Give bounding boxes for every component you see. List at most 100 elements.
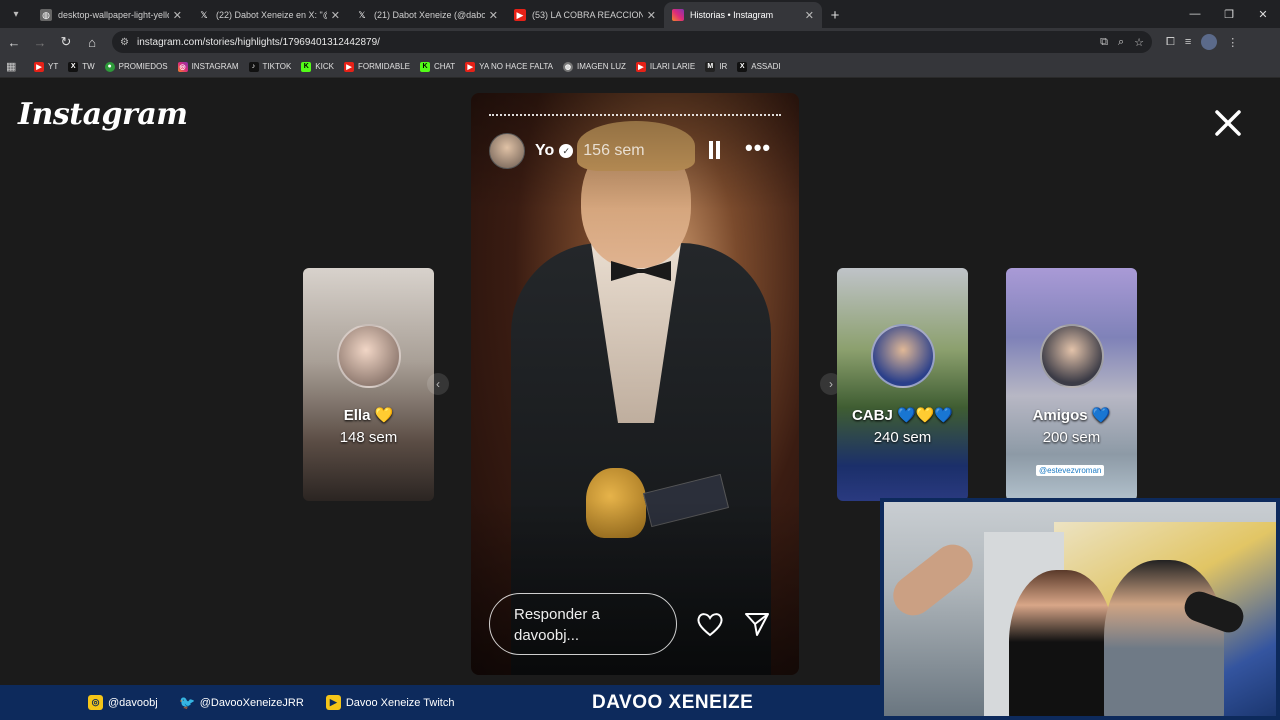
highlight-avatar <box>1040 324 1104 388</box>
story-progress-bar <box>489 114 781 116</box>
tab-0[interactable]: ◍ desktop-wallpaper-light-yellow ✕ <box>32 2 190 28</box>
bookmarks-bar: ▦ ▶ YT X TW ● PROMIEDOS ◎ INSTAGRAM ♪ TIKTOK … <box>0 56 1280 78</box>
x-logo-icon: X <box>68 61 79 72</box>
tab-3[interactable]: ▶ (53) LA COBRA REACCIONA Y C ✕ <box>506 2 664 28</box>
address-bar[interactable]: ⚙ instagram.com/stories/highlights/17969… <box>112 31 1152 53</box>
social-instagram: ◎ @davoobj <box>88 695 158 710</box>
url-text: instagram.com/stories/highlights/1796940… <box>136 36 380 48</box>
apps-grid-icon[interactable]: ▦ <box>6 60 20 73</box>
browser-toolbar: ← → ↻ ⌂ ⚙ instagram.com/stories/highligh… <box>0 28 1280 56</box>
tab-close-icon[interactable]: ✕ <box>173 9 182 22</box>
bookmark-star-icon[interactable]: ☆ <box>1134 36 1144 49</box>
highlight-amigos[interactable]: Amigos 💙 200 sem @estevezvroman <box>1006 268 1137 501</box>
home-icon[interactable]: ⌂ <box>80 30 104 54</box>
restore-icon[interactable]: ❐ <box>1212 0 1246 28</box>
youtube-icon: ▶ <box>465 61 476 72</box>
youtube-icon: ▶ <box>514 9 526 21</box>
story-user-avatar[interactable] <box>489 133 525 169</box>
bookmark-label: FORMIDABLE <box>357 62 410 71</box>
webcam-overlay <box>880 498 1280 720</box>
twitter-bird-icon: 🐦 <box>179 694 196 710</box>
instagram-icon: ◎ <box>177 61 188 72</box>
bookmark-label: TW <box>82 62 95 71</box>
tab-close-icon[interactable]: ✕ <box>489 9 498 22</box>
highlight-cabj[interactable]: CABJ 💙💛💙 240 sem <box>837 268 968 501</box>
tab-1[interactable]: 𝕏 (22) Dabot Xeneize en X: "@Da ✕ <box>190 2 348 28</box>
tab-4-active[interactable]: Historias • Instagram ✕ <box>664 2 822 28</box>
story-username[interactable]: Yo <box>535 142 554 160</box>
extensions-icon[interactable]: ⧠ <box>1166 36 1175 49</box>
highlight-name: CABJ 💙💛💙 <box>851 407 954 424</box>
social-label: @davoobj <box>108 696 158 709</box>
bookmark-tiktok[interactable]: ♪ TIKTOK <box>248 61 291 72</box>
bookmark-instagram[interactable]: ◎ INSTAGRAM <box>177 61 239 72</box>
profile-avatar[interactable] <box>1201 34 1218 50</box>
close-stories-icon[interactable] <box>1210 105 1246 141</box>
bookmark-label: KICK <box>315 62 334 71</box>
window-controls: — ❐ ✕ <box>1178 0 1280 28</box>
bookmark-label: ILARI LARIE <box>649 62 696 71</box>
bookmark-promiedos[interactable]: ● PROMIEDOS <box>104 61 168 72</box>
bookmark-label: IR <box>719 62 728 71</box>
promiedos-icon: ● <box>104 61 115 72</box>
bookmark-kick[interactable]: K KICK <box>301 61 334 72</box>
bookmark-yt[interactable]: ▶ YT <box>34 61 58 72</box>
pause-icon[interactable] <box>707 141 723 161</box>
more-options-icon[interactable]: ••• <box>745 135 771 161</box>
tab-2[interactable]: 𝕏 (21) Dabot Xeneize (@dabotxe ✕ <box>348 2 506 28</box>
back-arrow-icon[interactable]: ← <box>2 30 26 54</box>
bookmark-ilari-larie[interactable]: ▶ ILARI LARIE <box>635 61 696 72</box>
heart-icon[interactable] <box>696 611 724 637</box>
cam-person-left <box>1009 570 1114 716</box>
youtube-icon: ▶ <box>343 61 354 72</box>
highlight-avatar <box>871 324 935 388</box>
bookmark-label: IMAGEN LUZ <box>576 62 626 71</box>
bookmark-chat[interactable]: K CHAT <box>419 61 456 72</box>
zoom-icon[interactable]: ⌕ <box>1118 36 1124 49</box>
bookmark-imagen-luz[interactable]: ◍ IMAGEN LUZ <box>562 61 626 72</box>
media-controls-icon[interactable]: ≡ <box>1185 36 1191 48</box>
tab-close-icon[interactable]: ✕ <box>647 9 656 22</box>
bookmark-assadi[interactable]: X ASSADI <box>737 61 781 72</box>
install-app-icon[interactable]: ⧉ <box>1100 36 1108 49</box>
highlight-name: Amigos 💙 <box>1032 407 1111 424</box>
stream-socials-bar: ◎ @davoobj 🐦 @DavooXeneizeJRR ▶ Davoo Xe… <box>0 685 880 720</box>
globe-icon: ◍ <box>40 9 52 21</box>
reply-input[interactable]: Responder a davoobj... <box>489 593 677 655</box>
menu-kebab-icon[interactable]: ⋮ <box>1227 36 1238 49</box>
youtube-icon: ▶ <box>34 61 44 72</box>
tab-close-icon[interactable]: ✕ <box>805 9 814 22</box>
new-tab-button[interactable]: + <box>822 2 848 28</box>
tab-close-icon[interactable]: ✕ <box>331 9 340 22</box>
highlight-time: 240 sem <box>873 429 932 446</box>
bookmark-label: ASSADI <box>751 62 781 71</box>
bookmark-tw[interactable]: X TW <box>68 61 95 72</box>
story-viewer[interactable]: Yo ✓ 156 sem ••• Responder a davoobj... <box>471 93 799 675</box>
bookmark-formidable[interactable]: ▶ FORMIDABLE <box>343 61 410 72</box>
reload-icon[interactable]: ↻ <box>54 30 78 54</box>
window-close-icon[interactable]: ✕ <box>1246 0 1280 28</box>
tab-search-menu[interactable]: ▾ <box>4 3 28 25</box>
forward-arrow-icon[interactable]: → <box>28 30 52 54</box>
mention-tag: @estevezvroman <box>1036 465 1105 476</box>
highlight-ella[interactable]: Ella 💛 148 sem <box>303 268 434 501</box>
bookmark-ya-no-hace-falta[interactable]: ▶ YA NO HACE FALTA <box>465 61 553 72</box>
social-label: @DavooXeneizeJRR <box>199 696 304 709</box>
kick-icon: K <box>419 61 430 72</box>
x-logo-icon: 𝕏 <box>358 9 366 20</box>
send-direct-icon[interactable] <box>743 611 771 637</box>
highlight-time: 200 sem <box>1042 429 1101 446</box>
highlight-time: 148 sem <box>339 429 398 446</box>
social-label: Davoo Xeneize Twitch <box>345 696 455 709</box>
site-info-icon[interactable]: ⚙ <box>120 37 129 48</box>
instagram-logo[interactable]: Instagram <box>18 97 188 132</box>
prev-story-chevron-icon[interactable]: ‹ <box>427 373 449 395</box>
tab-title: (53) LA COBRA REACCIONA Y C <box>532 10 643 20</box>
bookmark-label: PROMIEDOS <box>118 62 168 71</box>
highlight-avatar <box>337 324 401 388</box>
cam-person-right <box>1104 560 1224 716</box>
twitch-icon: ▶ <box>325 695 341 710</box>
minimize-icon[interactable]: — <box>1178 0 1212 28</box>
bookmark-ir[interactable]: M IR <box>705 61 728 72</box>
bookmark-label: CHAT <box>433 62 456 71</box>
